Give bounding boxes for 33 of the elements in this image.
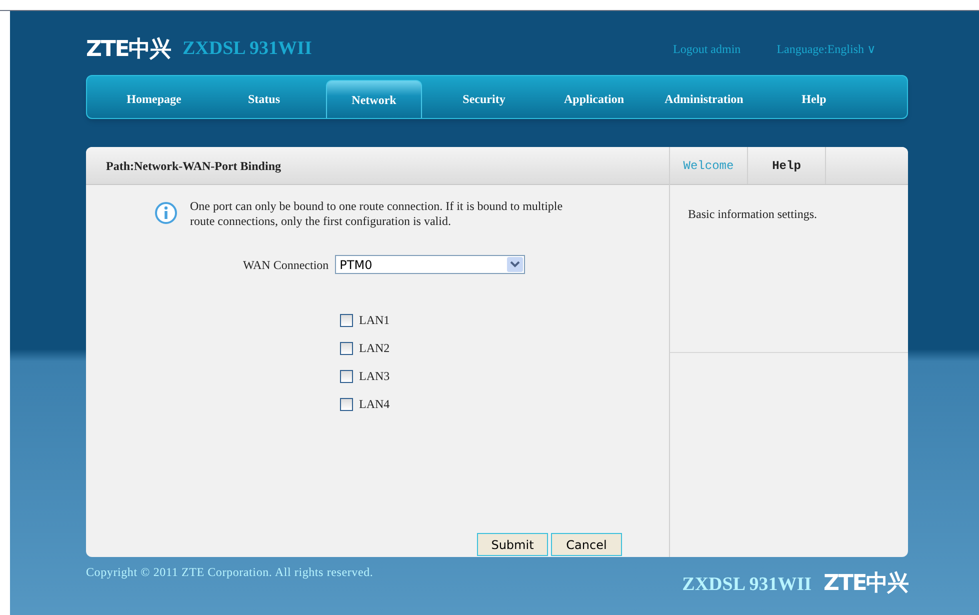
port-label: LAN1 [359, 312, 390, 329]
nav-tab[interactable]: Security [436, 80, 532, 118]
brand-logo: ZTE中兴 [86, 36, 170, 64]
wan-label: WAN Connection [243, 256, 329, 274]
port-label: LAN4 [359, 396, 390, 413]
footer-model: ZXDSL 931WII [682, 573, 812, 597]
nav-tab[interactable]: Help [766, 80, 862, 118]
info-icon [154, 201, 178, 225]
side-tab[interactable]: Welcome [670, 147, 748, 184]
nav-tab[interactable]: Application [546, 80, 642, 118]
footer-logo: ZTE中兴 [824, 570, 908, 598]
port-checkbox[interactable] [340, 342, 353, 354]
port-checkbox[interactable] [340, 314, 353, 326]
notice-text: One port can only be bound to one route connection. If it is bound to multiple route connections, only the first configuration is valid. [190, 199, 564, 229]
model-name: ZXDSL 931WII [182, 36, 312, 61]
nav-tab[interactable]: Administration [656, 80, 752, 118]
port-checkbox[interactable] [340, 370, 353, 382]
port-label: LAN2 [359, 340, 390, 357]
wan-select[interactable]: PTM0 [334, 255, 525, 274]
side-tab[interactable]: Help [748, 147, 826, 184]
form-button[interactable]: Cancel [551, 533, 622, 556]
language-link[interactable]: Language:English ∨ [776, 40, 876, 58]
copyright-text: Copyright © 2011 ZTE Corporation. All rights reserved. [86, 564, 374, 581]
nav-tab[interactable]: Status [216, 80, 312, 118]
form-button[interactable]: Submit [477, 533, 548, 556]
port-checkbox[interactable] [340, 398, 353, 410]
dropdown-icon [506, 257, 523, 272]
nav-tab[interactable]: Network [326, 80, 422, 118]
nav-tab[interactable]: Homepage [106, 80, 202, 118]
help-text: Basic information settings. [688, 206, 818, 223]
logout-link[interactable]: Logout admin [673, 40, 741, 58]
path-header: Path:Network-WAN-Port Binding [86, 147, 669, 185]
port-label: LAN3 [359, 368, 390, 385]
